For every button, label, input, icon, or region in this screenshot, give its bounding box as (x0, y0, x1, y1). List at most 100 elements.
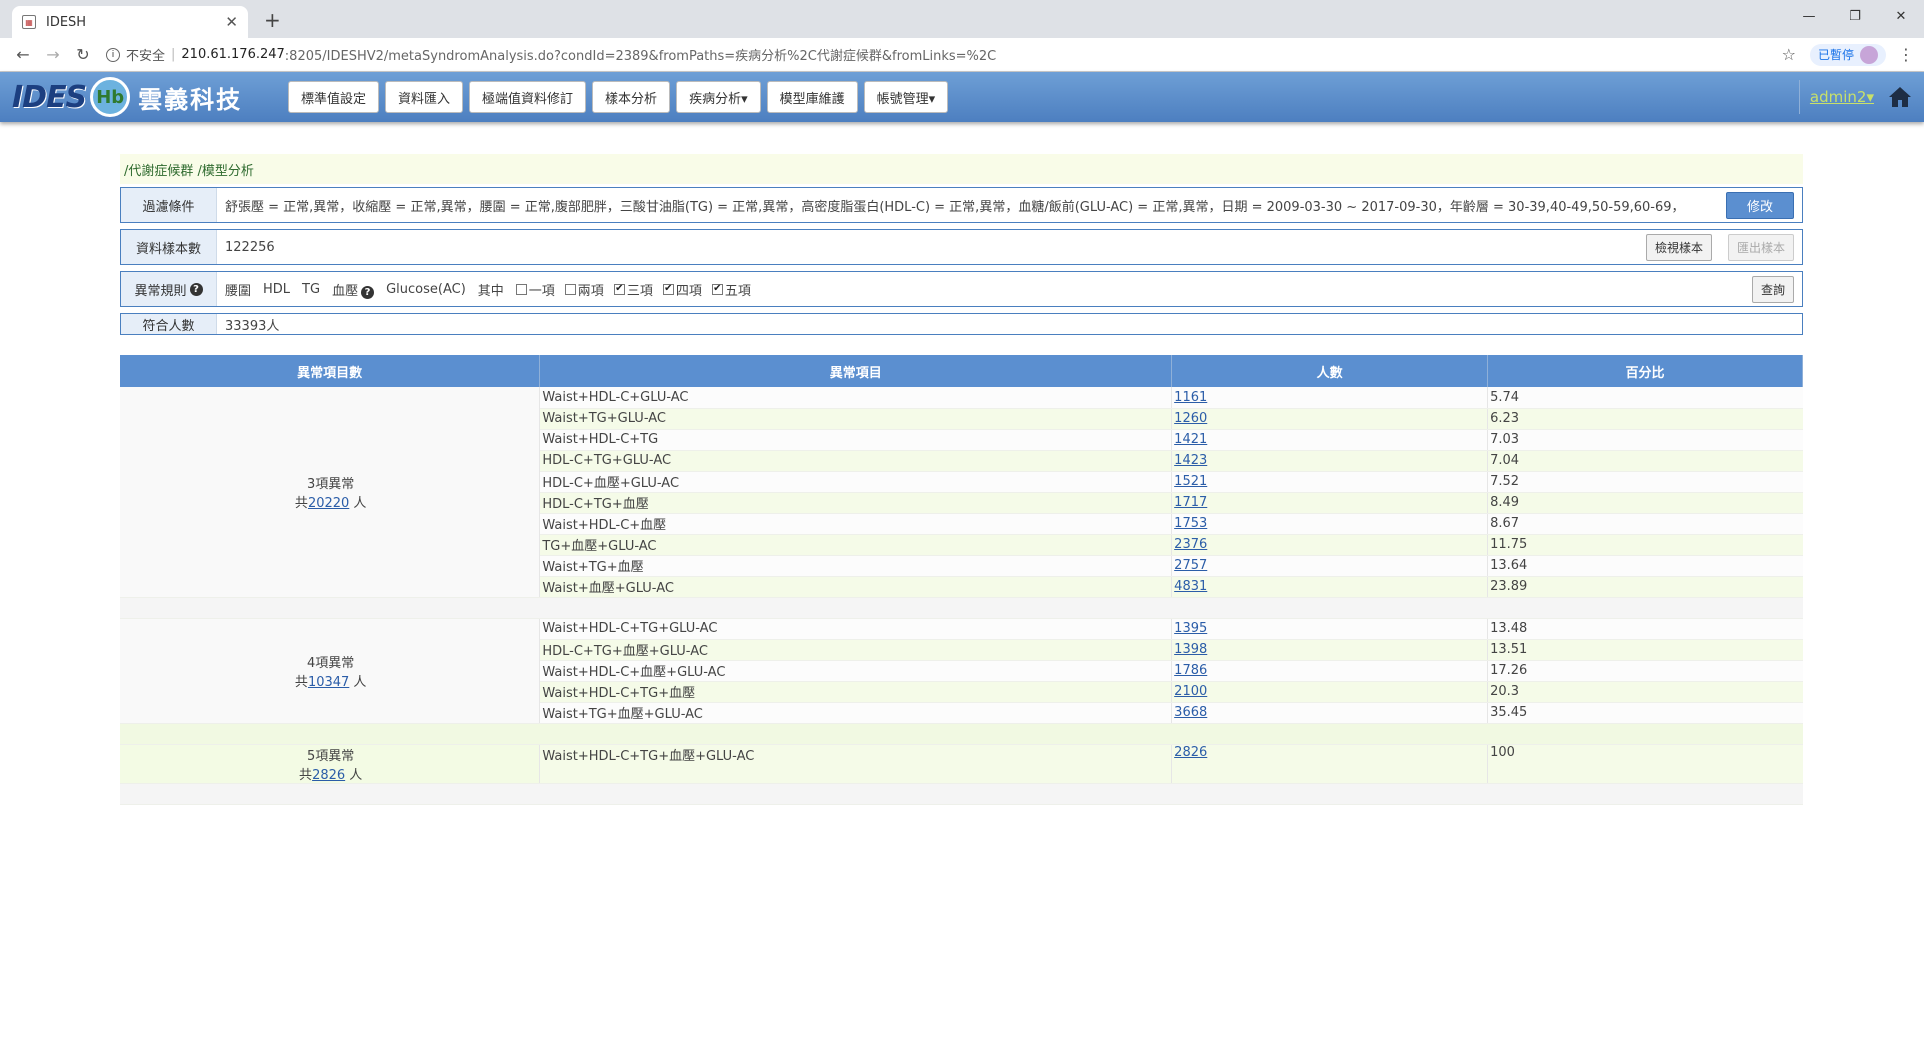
view-samples-button[interactable]: 檢視樣本 (1645, 233, 1712, 261)
people-count-link[interactable]: 2826 (1174, 745, 1207, 760)
tab-close-icon[interactable]: ✕ (225, 13, 238, 31)
group-3-abnormal: 3項異常 共20220 人 Waist+HDL-C+GLU-AC 1161 5.74 Wa… (120, 387, 1803, 598)
rule-glucose: Glucose(AC) (386, 281, 466, 297)
percent-cell: 5.74 (1487, 387, 1803, 409)
people-count-link[interactable]: 1161 (1174, 390, 1207, 405)
info-icon[interactable]: i (106, 47, 120, 62)
people-count-link[interactable]: 1717 (1174, 495, 1207, 510)
spacer-cell (120, 723, 1803, 745)
edit-filter-button[interactable]: 修改 (1725, 191, 1794, 219)
group-spacer-row (120, 597, 1803, 619)
percent-cell: 13.48 (1487, 618, 1803, 640)
table-row: 4項異常 共10347 人 Waist+HDL-C+TG+GLU-AC 1395 13.… (120, 618, 1803, 724)
percent-cell: 7.03 (1487, 429, 1803, 451)
page-favicon-icon: ▦ (22, 15, 36, 29)
nav-button-0[interactable]: 標準值設定 (288, 81, 380, 113)
group-summary-cell: 3項異常 共20220 人 (120, 387, 541, 598)
rule-bp: 血壓? (332, 280, 375, 299)
match-count: 33393人 (225, 318, 280, 334)
abnormal-item-cell: Waist+TG+GLU-AC (539, 408, 1172, 430)
count-checkbox-3[interactable]: ✔ 三項 (613, 280, 653, 299)
count-checkboxes: 一項 兩項 ✔ 三項 ✔ 四項 ✔ 五項 (515, 280, 751, 299)
people-count-link[interactable]: 1521 (1174, 474, 1207, 489)
filter-row: 過濾條件 舒張壓 = 正常,異常，收縮壓 = 正常,異常，腰圍 = 正常,腹部肥… (120, 187, 1803, 223)
checkbox-checked-icon[interactable]: ✔ (711, 283, 723, 295)
filter-conditions: 舒張壓 = 正常,異常，收縮壓 = 正常,異常，腰圍 = 正常,腹部肥胖，三酸甘… (225, 199, 1685, 215)
people-count-link[interactable]: 2757 (1174, 558, 1207, 573)
people-count-link[interactable]: 1753 (1174, 516, 1207, 531)
help-icon[interactable]: ? (189, 282, 203, 296)
group-total-link[interactable]: 20220 (308, 496, 349, 511)
count-checkbox-4[interactable]: ✔ 四項 (662, 280, 702, 299)
percent-cell: 23.89 (1487, 576, 1803, 598)
url-bar[interactable]: i 不安全 | 210.61.176.247 :8205/IDESHV2/met… (98, 42, 1782, 68)
count-checkbox-5[interactable]: ✔ 五項 (711, 280, 751, 299)
people-count-cell: 1521 (1171, 471, 1488, 493)
bp-help-icon[interactable]: ? (361, 285, 375, 299)
people-count-link[interactable]: 1260 (1174, 411, 1207, 426)
people-count-cell: 1786 (1171, 660, 1488, 682)
nav-button-5[interactable]: 模型庫維護 (766, 81, 858, 113)
browser-menu-icon[interactable]: ⋮ (1896, 45, 1916, 64)
abnormal-item-cell: Waist+TG+血壓+GLU-AC (539, 702, 1172, 724)
header-percent: 百分比 (1487, 355, 1803, 387)
reload-icon[interactable]: ↻ (68, 45, 98, 64)
people-count-link[interactable]: 1398 (1174, 642, 1207, 657)
rule-bp-label: 血壓 (332, 283, 359, 299)
percent-cell: 20.3 (1487, 681, 1803, 703)
app-logo[interactable]: IDES Hb 雲義科技 (12, 77, 272, 117)
home-icon[interactable] (1888, 86, 1912, 108)
abnormal-item-cell: TG+血壓+GLU-AC (539, 534, 1172, 556)
forward-icon[interactable]: → (38, 45, 68, 64)
abnormal-item-cell: Waist+HDL-C+TG (539, 429, 1172, 451)
header-abnormal-count: 異常項目數 (120, 355, 541, 387)
nav-button-3[interactable]: 樣本分析 (592, 81, 671, 113)
checkbox-unchecked-icon[interactable] (515, 283, 527, 295)
results-table: 異常項目數 異常項目 人數 百分比 3項異常 共20220 人 Waist+HDL-… (120, 355, 1803, 805)
group-total-link[interactable]: 10347 (308, 675, 349, 690)
rules-list: 腰圍 HDL TG 血壓? Glucose(AC) 其中 一項 兩項 ✔ 三項 ✔ 四項 ✔… (217, 280, 1752, 299)
restore-icon[interactable]: ❐ (1832, 0, 1878, 32)
people-count-link[interactable]: 1421 (1174, 432, 1207, 447)
checkbox-unchecked-icon[interactable] (564, 283, 576, 295)
query-button[interactable]: 查詢 (1751, 275, 1794, 303)
bookmark-star-icon[interactable]: ☆ (1782, 45, 1796, 64)
user-menu[interactable]: admin2▾ (1810, 88, 1874, 106)
profile-paused-button[interactable]: 已暫停 (1809, 43, 1886, 66)
filter-label: 過濾條件 (121, 188, 217, 222)
export-samples-button[interactable]: 匯出樣本 (1727, 233, 1794, 261)
checkbox-checked-icon[interactable]: ✔ (662, 283, 674, 295)
percent-cell: 7.04 (1487, 450, 1803, 472)
group-total-suffix: 人 (349, 495, 367, 511)
back-icon[interactable]: ← (8, 45, 38, 64)
nav-button-4[interactable]: 疾病分析▾ (676, 81, 761, 113)
nav-button-1[interactable]: 資料匯入 (385, 81, 464, 113)
people-count-link[interactable]: 2376 (1174, 537, 1207, 552)
group-4-abnormal: 4項異常 共10347 人 Waist+HDL-C+TG+GLU-AC 1395 13.… (120, 618, 1803, 724)
people-count-link[interactable]: 1786 (1174, 663, 1207, 678)
people-count-link[interactable]: 4831 (1174, 579, 1207, 594)
percent-cell: 11.75 (1487, 534, 1803, 556)
people-count-link[interactable]: 3668 (1174, 705, 1207, 720)
checkbox-checked-icon[interactable]: ✔ (613, 283, 625, 295)
window-close-icon[interactable]: ✕ (1878, 0, 1924, 32)
abnormal-item-cell: HDL-C+TG+血壓 (539, 492, 1172, 514)
breadcrumb[interactable]: /代謝症候群 /模型分析 (120, 154, 1803, 184)
count-checkbox-1[interactable]: 一項 (515, 280, 555, 299)
people-count-cell: 2757 (1171, 555, 1488, 577)
people-count-link[interactable]: 1423 (1174, 453, 1207, 468)
group-total-suffix: 人 (345, 767, 363, 783)
group-total-link[interactable]: 2826 (312, 768, 345, 783)
nav-button-2[interactable]: 極端值資料修訂 (469, 81, 587, 113)
people-count-link[interactable]: 1395 (1174, 621, 1207, 636)
new-tab-button[interactable]: + (264, 8, 281, 32)
minimize-icon[interactable]: — (1786, 0, 1832, 32)
people-count-link[interactable]: 2100 (1174, 684, 1207, 699)
percent-cell: 13.51 (1487, 639, 1803, 661)
group-total: 共10347 人 (122, 671, 539, 690)
spacer-cell (120, 783, 1803, 805)
nav-button-6[interactable]: 帳號管理▾ (863, 81, 949, 113)
table-row: 5項異常 共2826 人 Waist+HDL-C+TG+血壓+GLU-AC 2826 1… (120, 744, 1803, 784)
count-checkbox-2[interactable]: 兩項 (564, 280, 604, 299)
browser-tab[interactable]: ▦ IDESH ✕ (12, 6, 248, 38)
